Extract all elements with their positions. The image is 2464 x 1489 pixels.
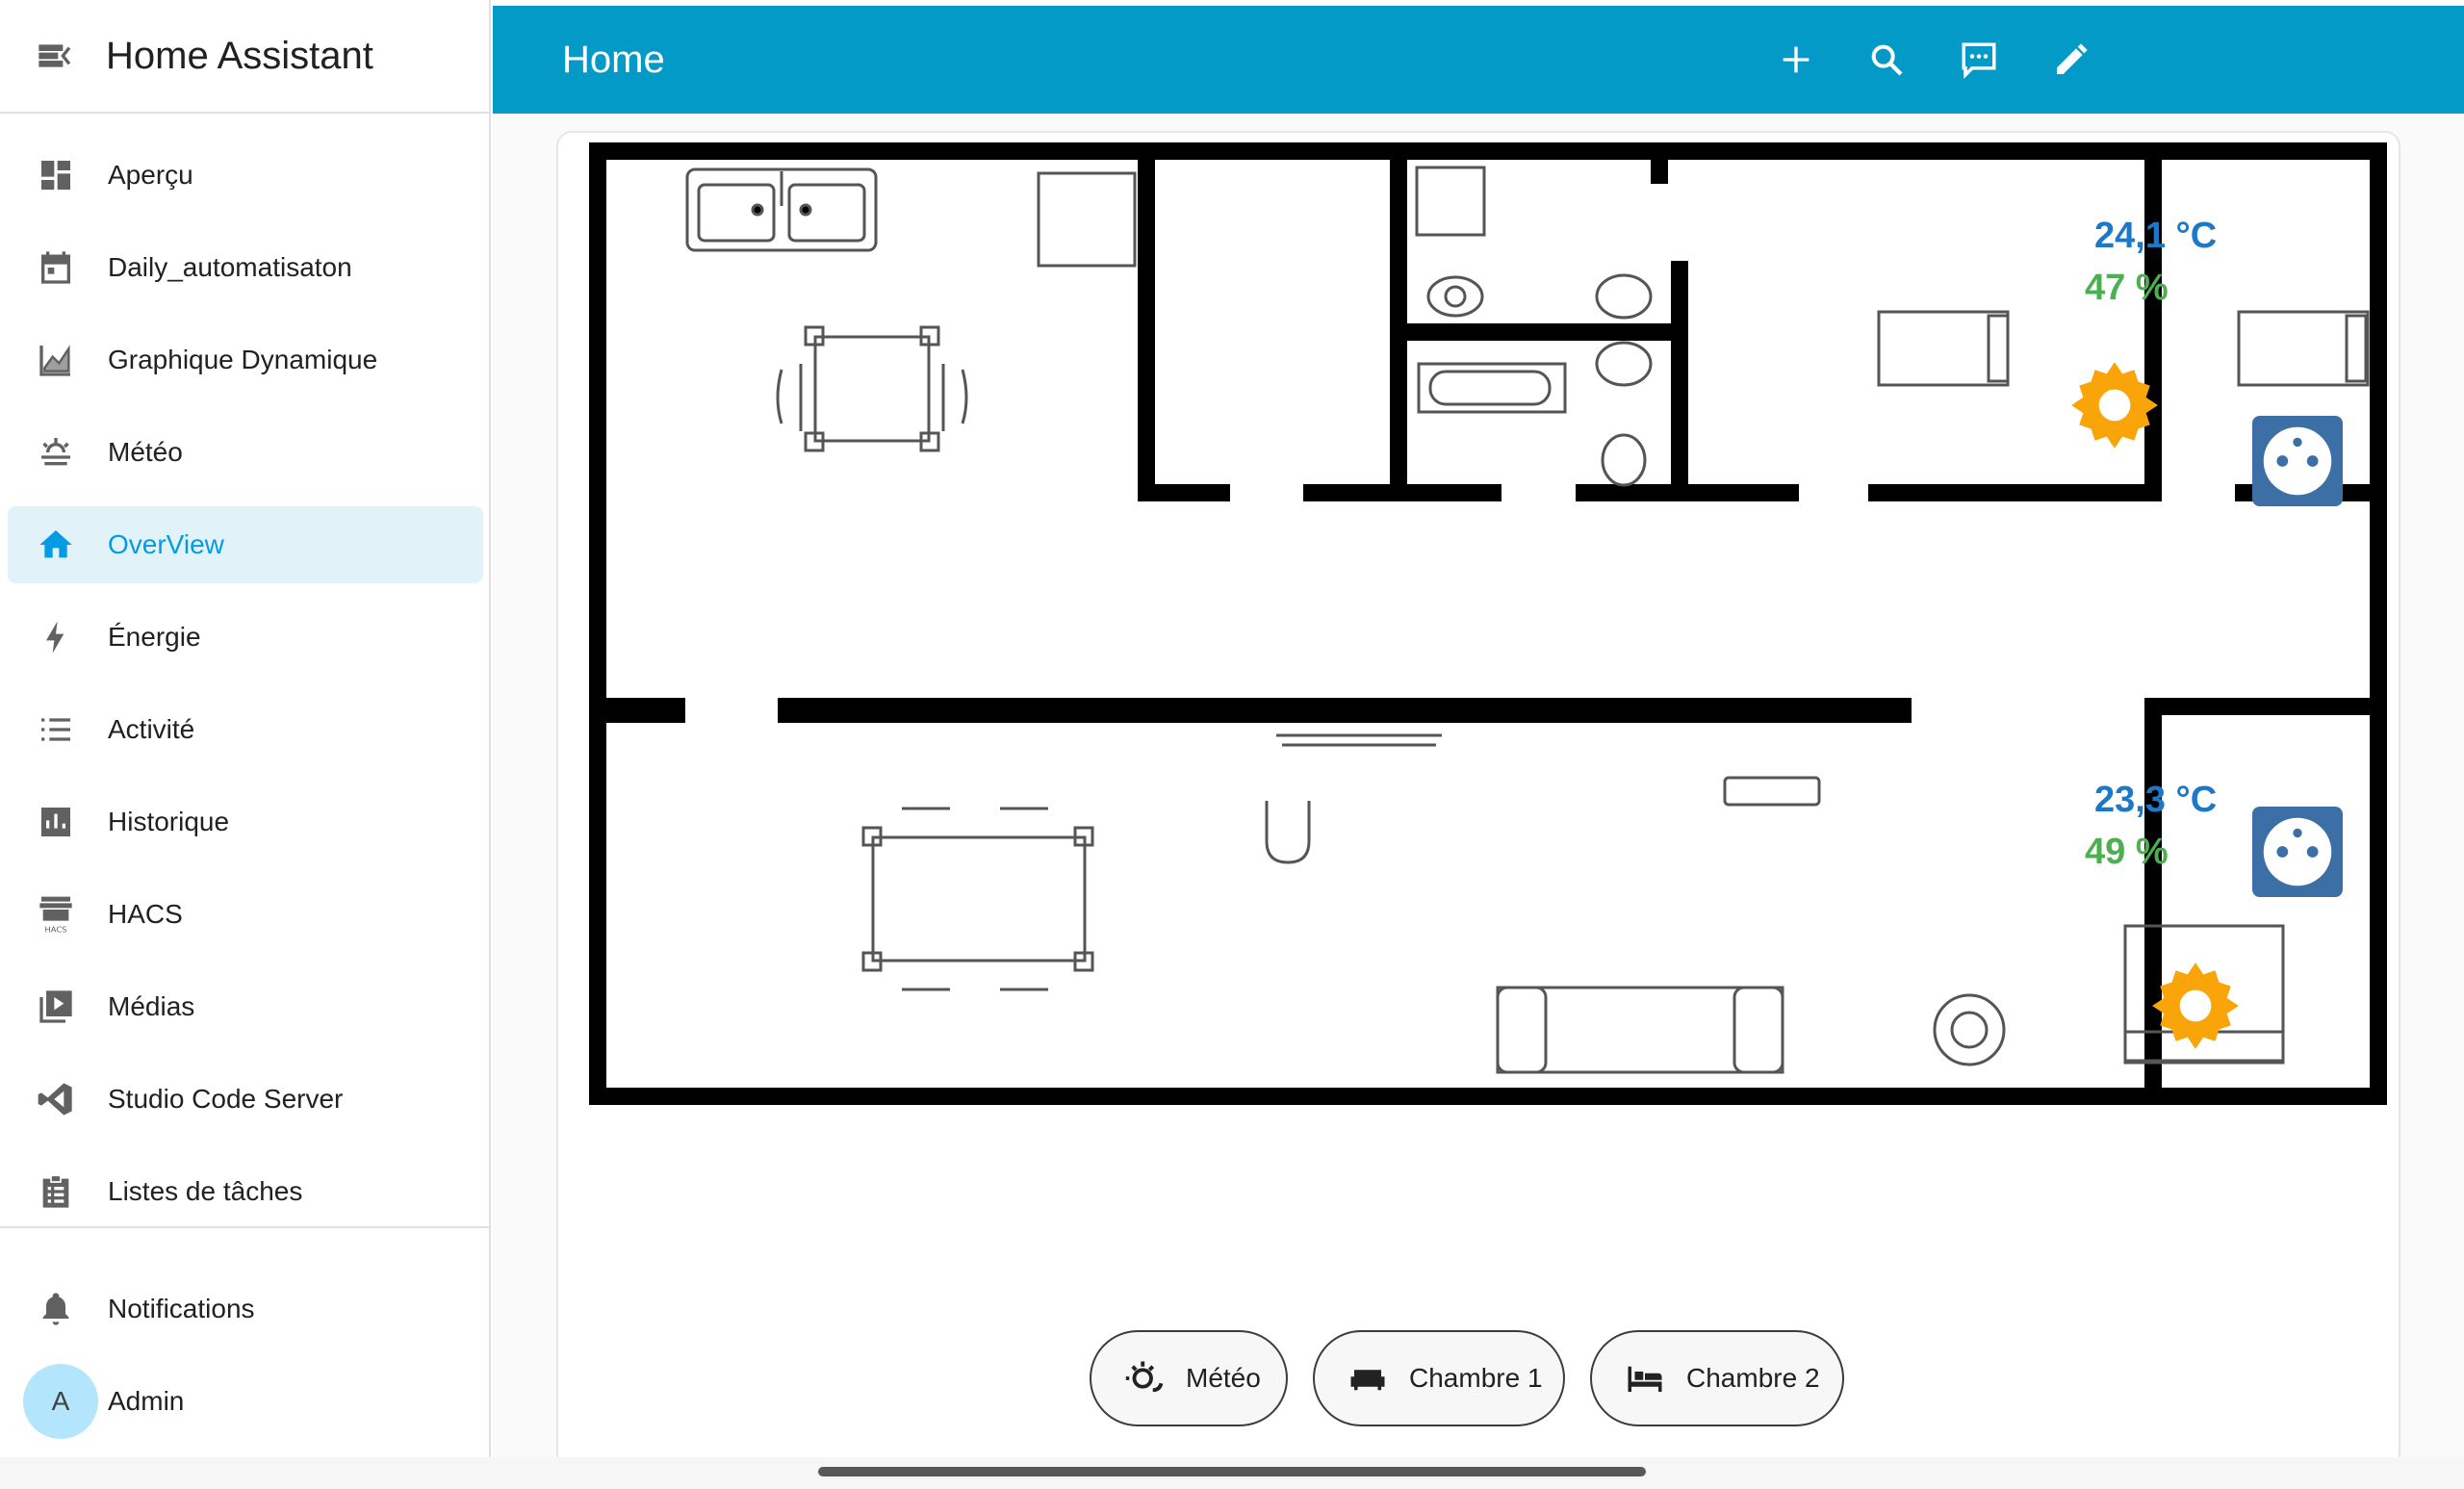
sidebar-item-studio-code-server[interactable]: Studio Code Server xyxy=(8,1061,483,1138)
sidebar-item-notifications[interactable]: Notifications xyxy=(8,1271,483,1348)
weather-sunny-icon xyxy=(1122,1356,1167,1400)
sidebar-bottom: Notifications A Admin xyxy=(0,1271,491,1440)
sidebar-divider xyxy=(0,1226,491,1228)
hacs-icon: HACS xyxy=(35,893,77,936)
assist-button[interactable] xyxy=(1952,33,2006,87)
chart-line-icon xyxy=(35,339,77,381)
sidebar-item-label: Activité xyxy=(108,714,195,744)
top-app-bar: Home xyxy=(493,6,2464,114)
search-button[interactable] xyxy=(1860,33,1913,87)
calendar-icon xyxy=(35,246,77,289)
bed-icon xyxy=(1623,1356,1667,1400)
sidebar-item-label: Studio Code Server xyxy=(108,1084,344,1114)
vscode-icon xyxy=(35,1078,77,1120)
sidebar-item-medias[interactable]: Médias xyxy=(8,968,483,1045)
sidebar-item-label: HACS xyxy=(108,899,183,929)
list-icon xyxy=(35,708,77,751)
gear-icon[interactable] xyxy=(2067,358,2162,452)
sidebar-header: Home Assistant xyxy=(0,0,489,114)
sidebar-item-label: Listes de tâches xyxy=(108,1176,303,1206)
sidebar: Home Assistant Aperçu Daily_automatisato… xyxy=(0,0,491,1457)
sidebar-item-label: Notifications xyxy=(108,1294,255,1323)
dining-table xyxy=(776,325,968,452)
chip-label: Chambre 1 xyxy=(1409,1363,1543,1393)
sidebar-item-activite[interactable]: Activité xyxy=(8,691,483,768)
media-icon xyxy=(35,986,77,1028)
sink xyxy=(685,167,878,252)
lightning-icon xyxy=(35,616,77,658)
power-outlet-icon[interactable] xyxy=(2252,807,2343,897)
bar-chart-icon xyxy=(35,801,77,843)
room2-humidity[interactable]: 49 % xyxy=(2085,832,2169,873)
room1-temperature[interactable]: 24,1 °C xyxy=(2094,216,2217,257)
clipboard-list-icon xyxy=(35,1170,77,1213)
sidebar-item-meteo[interactable]: Météo xyxy=(8,414,483,491)
sofa-icon xyxy=(1346,1356,1390,1400)
sidebar-item-graphique-dynamique[interactable]: Graphique Dynamique xyxy=(8,321,483,398)
sidebar-item-label: Admin xyxy=(108,1386,185,1416)
room1-humidity[interactable]: 47 % xyxy=(2085,268,2169,309)
sidebar-item-label: Médias xyxy=(108,991,195,1021)
bell-icon xyxy=(35,1288,77,1330)
sidebar-item-apercu[interactable]: Aperçu xyxy=(8,137,483,214)
chip-label: Chambre 2 xyxy=(1686,1363,1820,1393)
sidebar-item-label: Aperçu xyxy=(108,160,193,190)
app-title: Home Assistant xyxy=(106,34,373,77)
svg-text:HACS: HACS xyxy=(45,924,67,934)
weather-icon xyxy=(35,431,77,474)
pencil-icon xyxy=(2057,43,2088,74)
floorplan-card: 24,1 °C 47 % 23,3 °C 49 % xyxy=(556,131,2400,1469)
home-indicator[interactable] xyxy=(818,1467,1646,1476)
sidebar-item-label: Météo xyxy=(108,437,183,467)
chip-label: Météo xyxy=(1186,1363,1261,1393)
sidebar-item-energie[interactable]: Énergie xyxy=(8,599,483,676)
chip-chambre-2[interactable]: Chambre 2 xyxy=(1590,1330,1844,1426)
page-title: Home xyxy=(562,38,665,81)
sidebar-item-admin[interactable]: A Admin xyxy=(8,1363,483,1440)
sidebar-nav: Aperçu Daily_automatisaton Graphique Dyn… xyxy=(0,129,491,1230)
sidebar-item-listes-de-taches[interactable]: Listes de tâches xyxy=(8,1153,483,1230)
avatar: A xyxy=(23,1364,98,1439)
living-room xyxy=(861,733,2006,1074)
home-icon xyxy=(35,524,77,566)
gear-icon[interactable] xyxy=(2148,959,2243,1053)
sidebar-item-label: Historique xyxy=(108,807,230,836)
power-outlet-icon[interactable] xyxy=(2252,416,2343,506)
menu-collapse-icon[interactable] xyxy=(33,34,77,78)
sidebar-item-historique[interactable]: Historique xyxy=(8,783,483,860)
sidebar-item-daily-automatisaton[interactable]: Daily_automatisaton xyxy=(8,229,483,306)
search-icon xyxy=(1871,44,1903,76)
appliance xyxy=(1037,171,1137,268)
sidebar-item-label: OverView xyxy=(108,529,224,559)
room2-temperature[interactable]: 23,3 °C xyxy=(2094,780,2217,821)
chip-chambre-1[interactable]: Chambre 1 xyxy=(1313,1330,1565,1426)
sidebar-item-label: Énergie xyxy=(108,622,201,652)
plus-icon xyxy=(1783,46,1810,73)
sidebar-item-hacs[interactable]: HACS HACS xyxy=(8,876,483,953)
sidebar-item-overview[interactable]: OverView xyxy=(8,506,483,583)
add-button[interactable] xyxy=(1769,33,1823,87)
chat-icon xyxy=(1962,42,1996,79)
sidebar-item-label: Daily_automatisaton xyxy=(108,252,352,282)
edit-dashboard-button[interactable] xyxy=(2044,33,2098,87)
sidebar-item-label: Graphique Dynamique xyxy=(108,345,378,374)
dashboard-icon xyxy=(35,154,77,196)
main-content: 24,1 °C 47 % 23,3 °C 49 % Météo Chambre … xyxy=(493,114,2464,1469)
chip-meteo[interactable]: Météo xyxy=(1090,1330,1288,1426)
